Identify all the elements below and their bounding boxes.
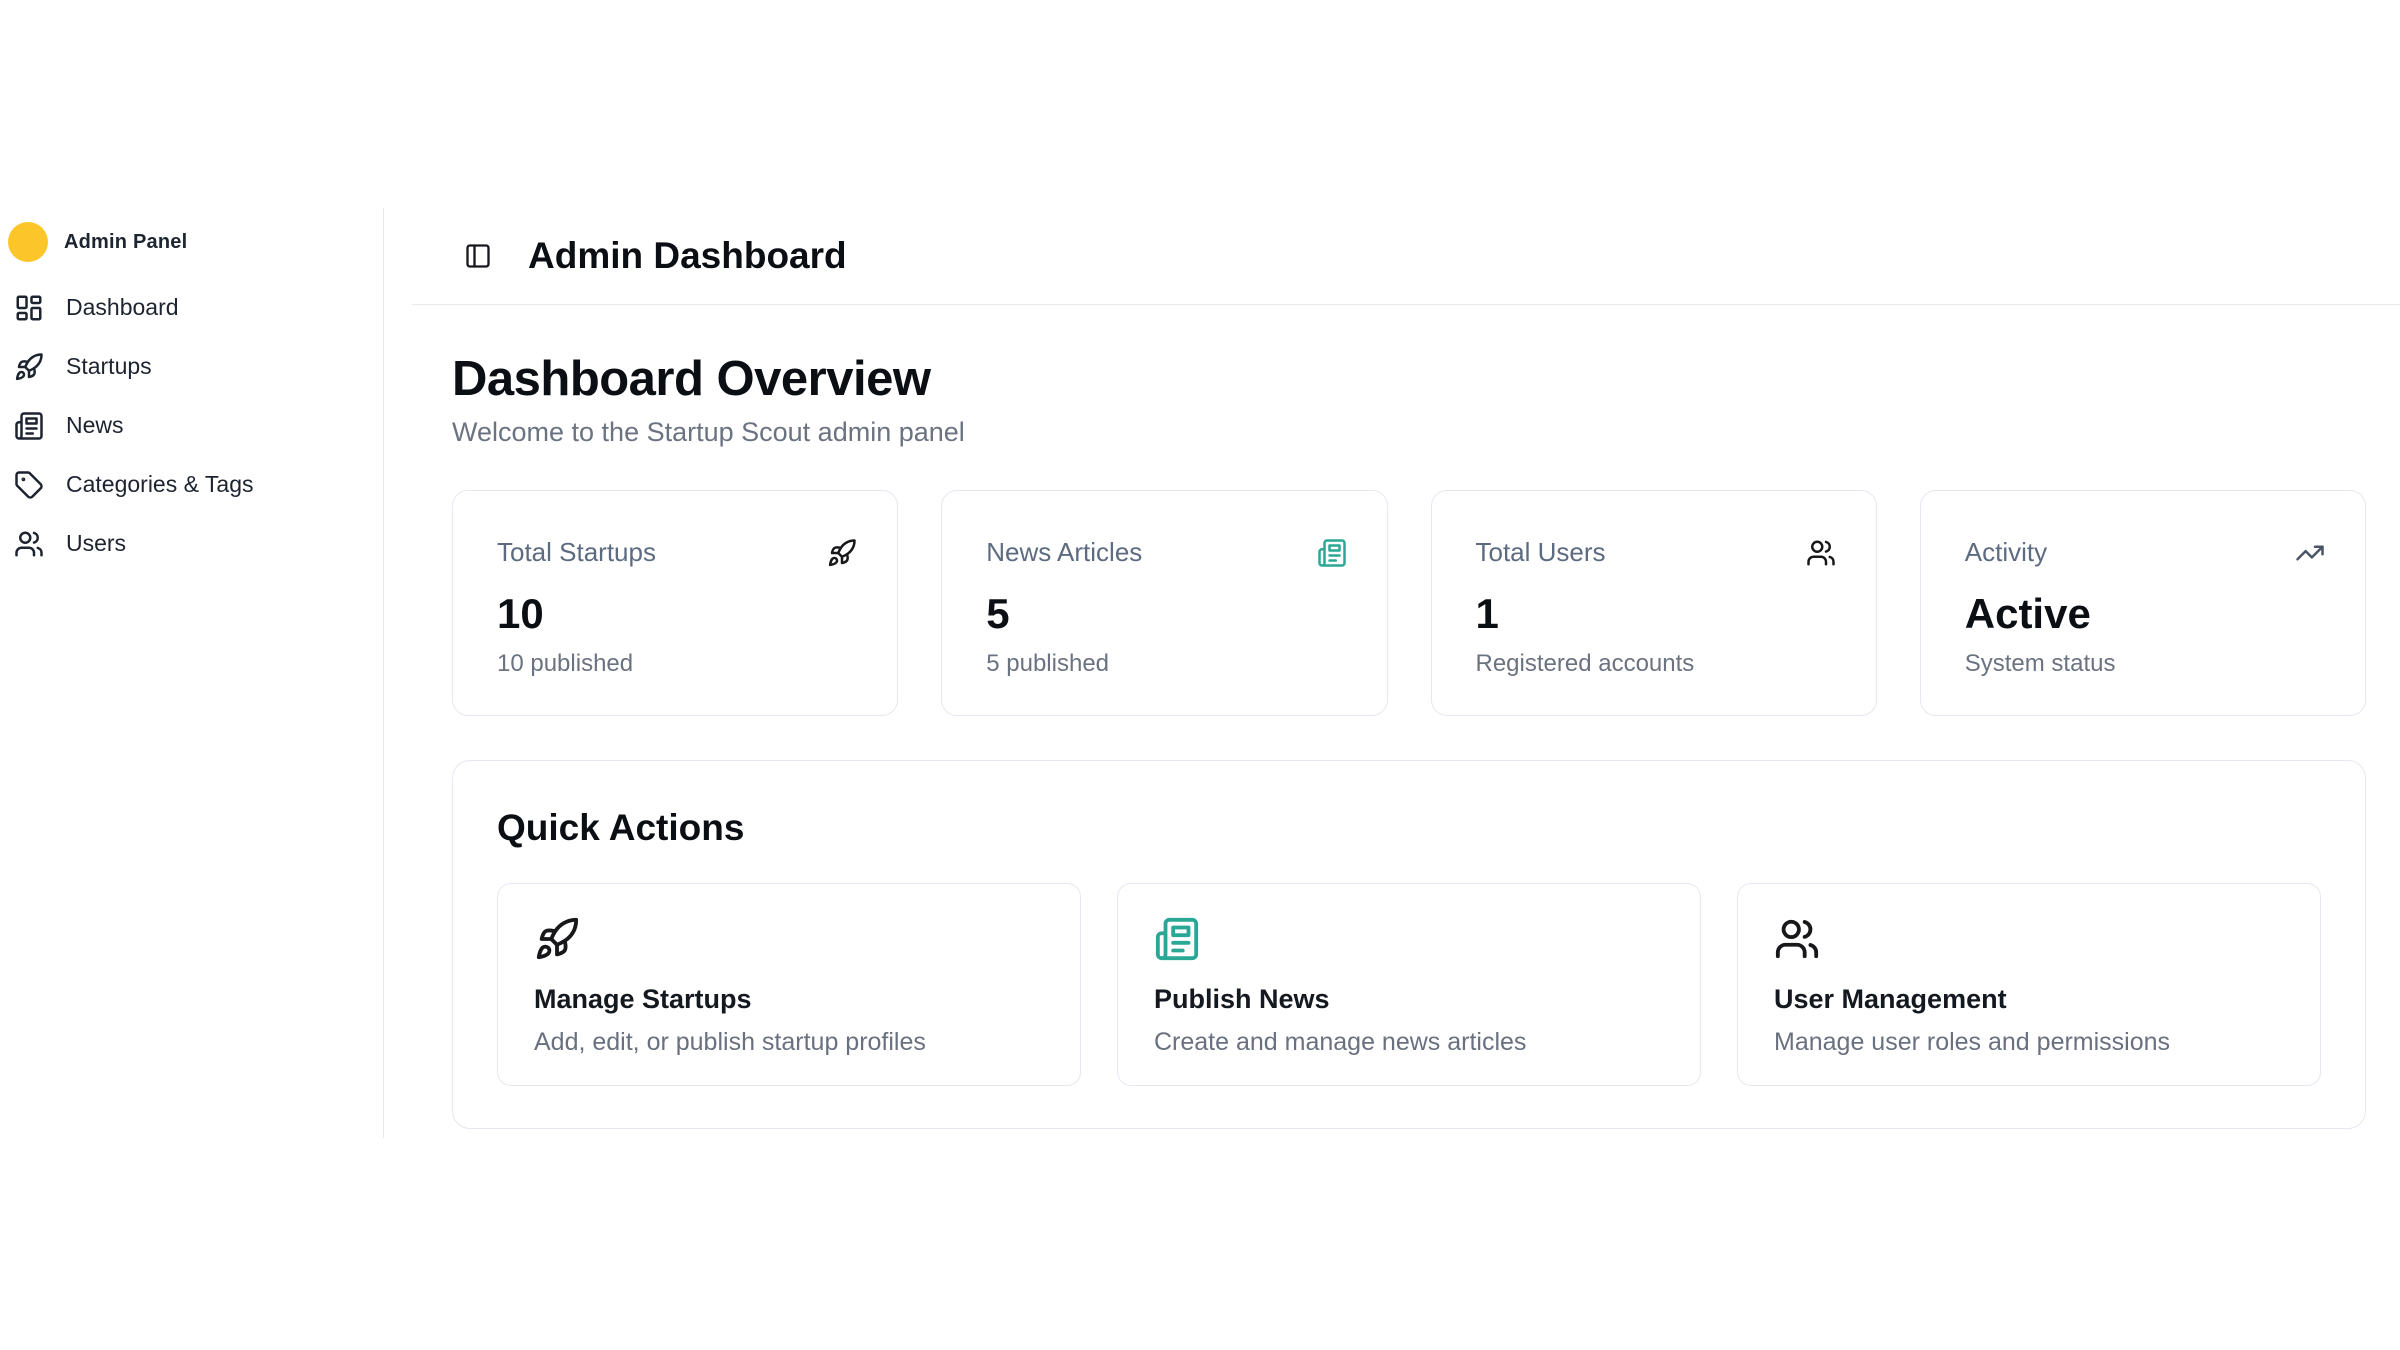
users-icon [14,529,44,559]
users-icon [1806,538,1836,568]
sidebar-item-categories-tags[interactable]: Categories & Tags [8,455,367,514]
quick-actions-title: Quick Actions [497,807,2321,849]
admin-app: Admin Panel Dashboard Startups News Cate… [0,208,2400,1138]
page-content: Dashboard Overview Welcome to the Startu… [412,305,2400,1129]
quick-actions-panel: Quick Actions Manage Startups Add, edit,… [452,760,2366,1129]
tag-icon [14,470,44,500]
quick-action-publish-news[interactable]: Publish News Create and manage news arti… [1117,883,1701,1086]
quick-action-description: Create and manage news articles [1154,1028,1664,1057]
main-panel: Admin Dashboard Dashboard Overview Welco… [412,208,2400,1138]
rocket-icon [14,352,44,382]
quick-actions-grid: Manage Startups Add, edit, or publish st… [497,883,2321,1086]
sidebar-nav: Dashboard Startups News Categories & Tag… [8,278,367,573]
stat-card-news-articles: News Articles 5 5 published [941,490,1387,716]
sidebar-item-label: News [66,412,124,439]
brand-name: Admin Panel [64,231,187,254]
trending-up-icon [2295,538,2325,568]
sidebar-item-label: Startups [66,353,152,380]
stat-label: Total Users [1476,537,1606,568]
sidebar-item-label: Users [66,530,126,557]
sidebar-item-users[interactable]: Users [8,514,367,573]
sidebar-item-startups[interactable]: Startups [8,337,367,396]
sidebar: Admin Panel Dashboard Startups News Cate… [0,208,384,1138]
stat-value: Active [1965,590,2325,638]
stat-label: News Articles [986,537,1142,568]
top-header: Admin Dashboard [412,208,2400,305]
stat-value: 5 [986,590,1346,638]
quick-action-user-management[interactable]: User Management Manage user roles and pe… [1737,883,2321,1086]
page-subtitle: Welcome to the Startup Scout admin panel [452,417,2366,448]
sidebar-brand: Admin Panel [8,218,367,270]
rocket-icon [534,916,580,962]
newspaper-icon [1317,538,1347,568]
sidebar-item-label: Categories & Tags [66,471,254,498]
header-title: Admin Dashboard [528,235,847,277]
rocket-icon [827,538,857,568]
page-title: Dashboard Overview [452,351,2366,407]
stats-row: Total Startups 10 10 published News Arti… [452,490,2366,716]
stat-card-total-users: Total Users 1 Registered accounts [1431,490,1877,716]
stat-card-activity: Activity Active System status [1920,490,2366,716]
quick-action-description: Add, edit, or publish startup profiles [534,1028,1044,1057]
brand-logo-circle [8,222,48,262]
stat-label: Activity [1965,537,2047,568]
quick-action-description: Manage user roles and permissions [1774,1028,2284,1057]
stat-sub: System status [1965,650,2325,678]
quick-action-title: Manage Startups [534,984,1044,1015]
quick-action-title: User Management [1774,984,2284,1015]
newspaper-icon [14,411,44,441]
stat-sub: Registered accounts [1476,650,1836,678]
sidebar-item-dashboard[interactable]: Dashboard [8,278,367,337]
stat-value: 10 [497,590,857,638]
sidebar-item-news[interactable]: News [8,396,367,455]
stat-sub: 10 published [497,650,857,678]
panel-left-icon [464,242,492,270]
stat-value: 1 [1476,590,1836,638]
stat-card-total-startups: Total Startups 10 10 published [452,490,898,716]
quick-action-manage-startups[interactable]: Manage Startups Add, edit, or publish st… [497,883,1081,1086]
sidebar-item-label: Dashboard [66,294,179,321]
stat-label: Total Startups [497,537,656,568]
layout-dashboard-icon [14,293,44,323]
newspaper-icon [1154,916,1200,962]
users-icon [1774,916,1820,962]
quick-action-title: Publish News [1154,984,1664,1015]
stat-sub: 5 published [986,650,1346,678]
sidebar-toggle-button[interactable] [464,242,492,270]
